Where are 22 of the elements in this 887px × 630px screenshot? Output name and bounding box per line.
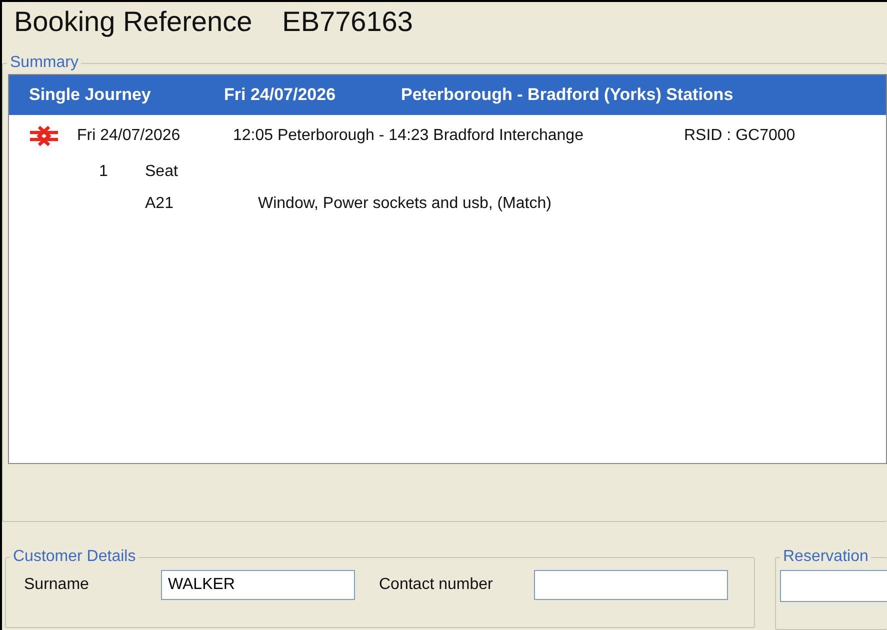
header-text: Fri 24/07/2026 [224, 85, 337, 106]
input-field[interactable]: WALKER [161, 570, 355, 600]
journey-date: Fri 24/07/2026 [77, 127, 182, 146]
rail-logo-icon [29, 126, 59, 146]
header-text: Single Journey [28, 85, 152, 106]
reservation-legend: Reservation [780, 548, 872, 566]
input-field[interactable] [534, 570, 728, 600]
seat-number: A21 [144, 195, 174, 214]
input-field[interactable] [780, 570, 887, 602]
field-label: Surname [23, 576, 90, 594]
summary-legend: Summary [7, 54, 82, 72]
page-title: Booking Reference [14, 6, 252, 39]
seat-label: Seat [145, 163, 178, 182]
field-label: Contact number [378, 576, 494, 594]
journey-header[interactable]: Single Journey Fri 24/07/2026 Peterborough - Bradford (Yorks) Stations [9, 75, 886, 116]
booking-reference: EB776163 [282, 6, 413, 39]
seat-count: 1 [98, 163, 109, 182]
journey-service: 12:05 Peterborough - 14:23 Bradford Interchange [233, 127, 584, 146]
rsid-text: RSID : GC7000 [684, 127, 796, 146]
seat-attributes: Window, Power sockets and usb, (Match) [258, 195, 552, 214]
header-text: Peterborough - Bradford (Yorks) Stations [401, 85, 734, 106]
customer-details-legend: Customer Details [10, 548, 139, 566]
